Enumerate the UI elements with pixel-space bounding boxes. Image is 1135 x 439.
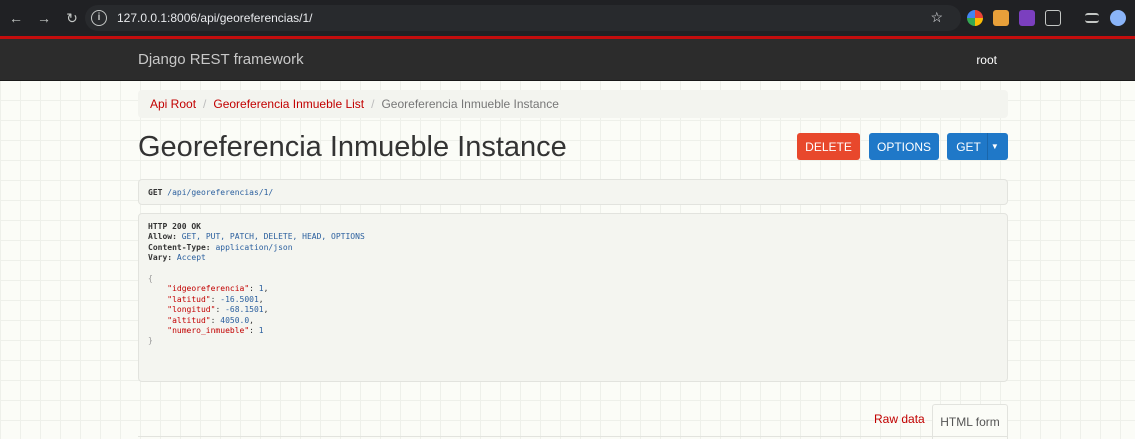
breadcrumb-separator: /: [203, 97, 207, 111]
tab-html-form[interactable]: HTML form: [932, 404, 1008, 439]
brand-link[interactable]: Django REST framework: [138, 51, 304, 68]
get-button[interactable]: GET ▼: [947, 133, 1008, 160]
breadcrumb: Api Root / Georeferencia Inmueble List /…: [138, 90, 1008, 118]
form-tabs: Raw data HTML form: [138, 404, 1008, 439]
json-field: "longitud": -68.1501,: [167, 305, 269, 315]
address-url[interactable]: 127.0.0.1:8006/api/georeferencias/1/: [117, 11, 312, 25]
response-header: Content-Type: application/json: [148, 242, 293, 252]
request-method: GET: [148, 188, 163, 197]
options-button-label: OPTIONS: [876, 139, 931, 154]
delete-button-label: DELETE: [805, 139, 852, 154]
reading-list-icon[interactable]: [1085, 13, 1099, 23]
bookmark-star-icon[interactable]: ☆: [930, 9, 943, 26]
address-bar[interactable]: i 127.0.0.1:8006/api/georeferencias/1/ ☆: [85, 5, 961, 31]
request-info: GET /api/georeferencias/1/: [138, 179, 1008, 205]
user-menu[interactable]: root: [976, 53, 997, 67]
delete-button[interactable]: DELETE: [797, 133, 860, 160]
tabs-divider: [138, 436, 1008, 437]
breadcrumb-separator: /: [371, 97, 375, 111]
response-status: HTTP 200 OK: [148, 222, 201, 231]
forward-icon[interactable]: →: [36, 10, 52, 26]
json-field: "numero_inmueble": 1: [167, 326, 264, 336]
response-header: Vary: Accept: [148, 253, 206, 263]
json-field: "latitud": -16.5001,: [167, 294, 264, 304]
extensions-puzzle-icon[interactable]: [1045, 10, 1061, 26]
navbar: Django REST framework root: [0, 39, 1135, 81]
extension-icon[interactable]: [993, 10, 1009, 26]
json-open-brace: {: [148, 274, 153, 284]
profile-icon[interactable]: [1110, 10, 1126, 26]
response-header: Allow: GET, PUT, PATCH, DELETE, HEAD, OP…: [148, 232, 365, 242]
browser-toolbar: ← → ↻ i 127.0.0.1:8006/api/georeferencia…: [0, 0, 1135, 36]
json-field: "idgeoreferencia": 1,: [167, 284, 269, 294]
tab-html-form-label: HTML form: [940, 415, 1000, 429]
back-icon[interactable]: ←: [8, 10, 24, 26]
extension-icon[interactable]: [967, 10, 983, 26]
json-field: "altitud": 4050.0,: [167, 315, 254, 325]
breadcrumb-api-root[interactable]: Api Root: [150, 97, 196, 111]
chevron-down-icon[interactable]: ▼: [991, 142, 999, 151]
extension-icon[interactable]: [1019, 10, 1035, 26]
request-path: /api/georeferencias/1/: [167, 188, 274, 197]
options-button[interactable]: OPTIONS: [869, 133, 939, 160]
page-title: Georeferencia Inmueble Instance: [138, 131, 567, 163]
button-divider: [987, 133, 988, 160]
browser-nav: ← → ↻: [0, 10, 80, 27]
breadcrumb-list[interactable]: Georeferencia Inmueble List: [213, 97, 364, 111]
response-info: HTTP 200 OK Allow: GET, PUT, PATCH, DELE…: [138, 213, 1008, 382]
tab-raw-data[interactable]: Raw data: [874, 412, 925, 426]
reload-icon[interactable]: ↻: [64, 10, 80, 27]
json-close-brace: }: [148, 336, 153, 346]
get-button-label: GET: [956, 139, 981, 154]
breadcrumb-current: Georeferencia Inmueble Instance: [381, 97, 559, 111]
site-info-icon[interactable]: i: [91, 10, 107, 26]
